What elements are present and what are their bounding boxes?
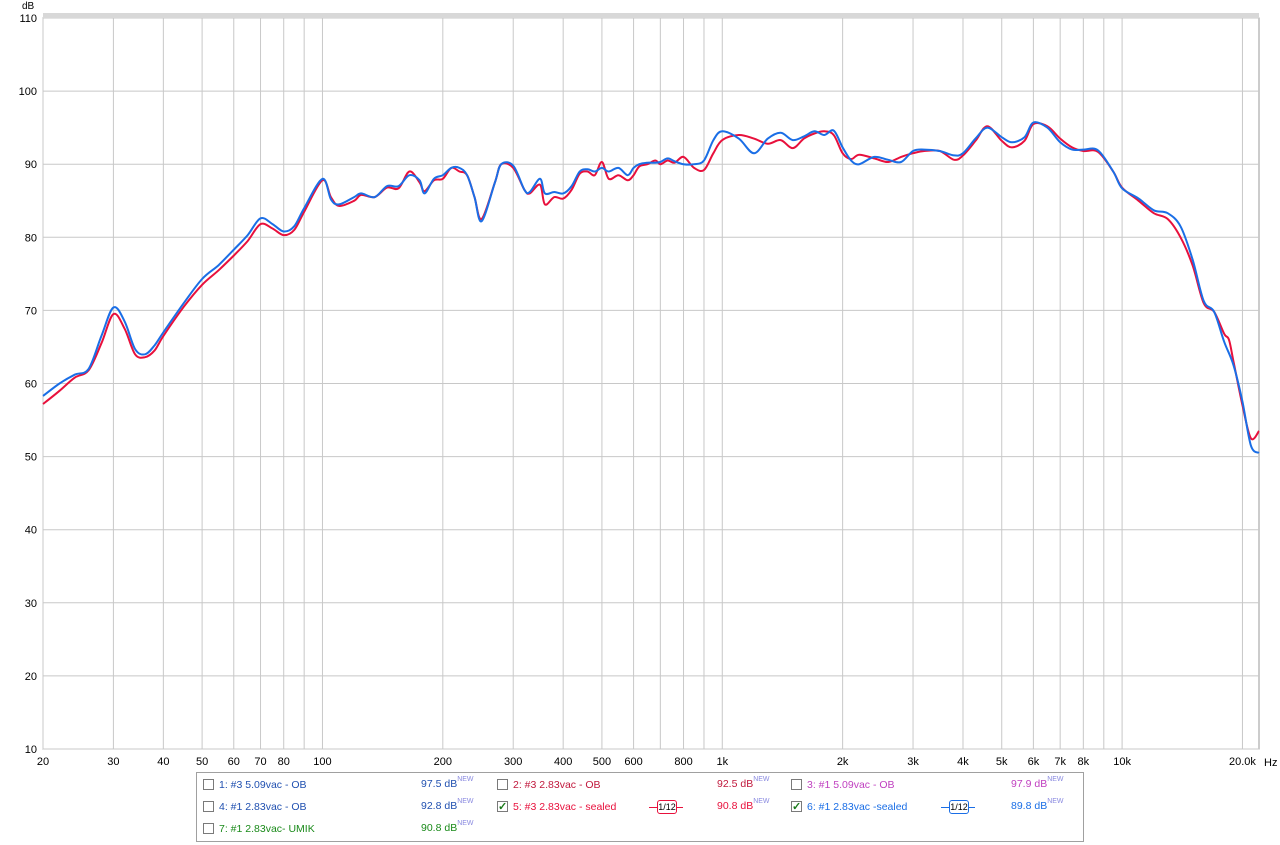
smoothing-indicator[interactable]: 1/12	[941, 800, 975, 814]
legend-level: 90.8 dBNEW	[421, 820, 474, 834]
y-tick-label: 30	[25, 598, 37, 610]
x-axis-unit: Hz	[1264, 757, 1277, 769]
x-tick-label: 800	[674, 756, 692, 768]
x-tick-label: 200	[434, 756, 452, 768]
y-tick-label: 110	[19, 13, 37, 25]
legend-level-badge: NEW	[753, 776, 770, 783]
x-tick-label: 400	[554, 756, 572, 768]
frequency-response-chart: 102030405060708090100110 20 30 40 50 60 70 80 1…	[19, 1, 1278, 769]
x-tick-label: 10k	[1113, 756, 1131, 768]
legend-level-badge: NEW	[1047, 776, 1064, 783]
legend-checkbox[interactable]	[497, 799, 508, 815]
y-tick-label: 60	[25, 379, 37, 391]
legend-checkbox[interactable]	[791, 779, 802, 790]
y-axis-label: dB	[22, 1, 35, 12]
legend: 1: #3 5.09vac - OB 97.5 dBNEW 2: #3 2.83va…	[196, 772, 1084, 842]
legend-checkbox[interactable]	[203, 823, 214, 834]
x-tick-label: 60	[228, 756, 240, 768]
x-tick-label: 80	[278, 756, 290, 768]
y-tick-label: 50	[25, 452, 37, 464]
y-tick-label: 100	[19, 86, 37, 98]
y-axis-ticks: 10 20 30 40 50 60 70 80 90 100 110	[19, 13, 37, 756]
legend-label: 6: #1 2.83vac -sealed	[807, 801, 908, 813]
x-tick-label: 3k	[907, 756, 919, 768]
x-tick-label: 7k	[1054, 756, 1066, 768]
legend-level: 90.8 dBNEW	[717, 798, 770, 812]
x-tick-label: 70	[254, 756, 266, 768]
x-axis-ticks: 20 30 40 50 60 70 80 100 200 300 400 500 600 800 1k 2k 3…	[37, 756, 1257, 768]
legend-level: 97.9 dBNEW	[1011, 776, 1064, 790]
x-tick-label: 30	[107, 756, 119, 768]
y-tick-label: 80	[25, 232, 37, 244]
grid-lines	[42, 13, 1260, 750]
y-tick-label: 70	[25, 305, 37, 317]
legend-label: 7: #1 2.83vac- UMIK	[219, 823, 315, 835]
y-tick-label: 20	[25, 671, 37, 683]
y-tick-label: 90	[25, 159, 37, 171]
plot-top-border	[43, 13, 1259, 18]
x-tick-label: 100	[313, 756, 331, 768]
x-tick-label: 6k	[1028, 756, 1040, 768]
y-tick-label: 10	[25, 744, 37, 756]
smoothing-indicator[interactable]: 1/12	[649, 800, 683, 814]
smoothing-label: 1/12	[657, 800, 677, 814]
x-tick-label: 8k	[1078, 756, 1090, 768]
legend-level-badge: NEW	[457, 798, 474, 805]
x-tick-label: 50	[196, 756, 208, 768]
legend-checkbox[interactable]	[203, 779, 214, 790]
legend-label: 4: #1 2.83vac - OB	[219, 801, 307, 813]
x-tick-label: 40	[157, 756, 169, 768]
legend-checkbox[interactable]	[203, 801, 214, 812]
x-tick-label: 5k	[996, 756, 1008, 768]
legend-level: 92.5 dBNEW	[717, 776, 770, 790]
legend-label: 1: #3 5.09vac - OB	[219, 779, 307, 791]
legend-level-badge: NEW	[1047, 798, 1064, 805]
legend-level-badge: NEW	[457, 776, 474, 783]
x-tick-label: 20	[37, 756, 49, 768]
legend-label: 3: #1 5.09vac - OB	[807, 779, 895, 791]
legend-level-badge: NEW	[457, 820, 474, 827]
x-tick-label: 4k	[957, 756, 969, 768]
legend-checkbox[interactable]	[497, 779, 508, 790]
x-tick-label: 600	[624, 756, 642, 768]
y-tick-label: 40	[25, 525, 37, 537]
legend-level-badge: NEW	[753, 798, 770, 805]
smoothing-label: 1/12	[949, 800, 969, 814]
legend-level: 89.8 dBNEW	[1011, 798, 1064, 812]
legend-checkbox[interactable]	[791, 799, 802, 815]
legend-label: 5: #3 2.83vac - sealed	[513, 801, 617, 813]
legend-label: 2: #3 2.83vac - OB	[513, 779, 601, 791]
x-tick-label: 300	[504, 756, 522, 768]
x-tick-label: 20.0k	[1229, 756, 1256, 768]
legend-level: 97.5 dBNEW	[421, 776, 474, 790]
legend-level: 92.8 dBNEW	[421, 798, 474, 812]
x-tick-label: 500	[593, 756, 611, 768]
x-tick-label: 2k	[837, 756, 849, 768]
x-tick-label: 1k	[716, 756, 728, 768]
